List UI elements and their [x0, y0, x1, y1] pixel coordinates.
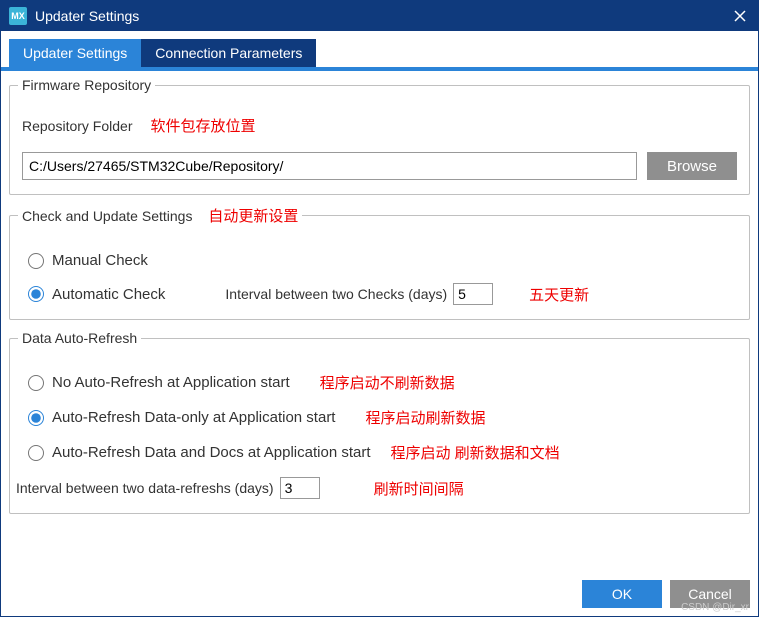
window: MX Updater Settings Updater Settings Con… [0, 0, 759, 617]
repo-label-row: Repository Folder 软件包存放位置 [22, 115, 737, 136]
close-icon [734, 10, 746, 22]
titlebar: MX Updater Settings [1, 1, 758, 31]
data-refresh-label: Auto-Refresh Data-only at Application st… [52, 409, 335, 426]
refresh-interval-input[interactable] [280, 477, 320, 499]
firmware-repository-group: Firmware Repository Repository Folder 软件… [9, 77, 750, 195]
docs-refresh-label: Auto-Refresh Data and Docs at Applicatio… [52, 444, 371, 461]
docs-refresh-radio[interactable] [28, 445, 44, 461]
footer: OK Cancel [1, 572, 758, 616]
no-refresh-row: No Auto-Refresh at Application start 程序启… [22, 372, 737, 393]
check-legend-text: Check and Update Settings [22, 208, 192, 224]
app-icon: MX [9, 7, 27, 25]
repo-folder-row: Browse [22, 152, 737, 180]
refresh-interval-annotation: 刷新时间间隔 [374, 478, 464, 499]
repo-folder-input[interactable] [22, 152, 637, 180]
automatic-check-label: Automatic Check [52, 286, 165, 303]
check-interval-input[interactable] [453, 283, 493, 305]
browse-button[interactable]: Browse [647, 152, 737, 180]
firmware-legend: Firmware Repository [18, 77, 155, 93]
no-refresh-annotation: 程序启动不刷新数据 [320, 372, 455, 393]
data-auto-refresh-group: Data Auto-Refresh No Auto-Refresh at App… [9, 330, 750, 514]
watermark: CSDN @Dir_xr [681, 602, 749, 613]
check-interval-label: Interval between two Checks (days) [225, 286, 447, 302]
refresh-interval-row: Interval between two data-refreshs (days… [22, 477, 737, 499]
close-button[interactable] [730, 6, 750, 26]
refresh-interval-label: Interval between two data-refreshs (days… [16, 480, 274, 496]
tab-connection-parameters[interactable]: Connection Parameters [141, 39, 316, 67]
window-title: Updater Settings [35, 8, 139, 24]
docs-refresh-annotation: 程序启动 刷新数据和文档 [391, 442, 560, 463]
tab-bar: Updater Settings Connection Parameters [1, 31, 758, 71]
check-interval-group: Interval between two Checks (days) 五天更新 [225, 283, 589, 305]
tab-updater-settings[interactable]: Updater Settings [9, 39, 141, 67]
manual-check-row: Manual Check [22, 252, 737, 269]
no-refresh-label: No Auto-Refresh at Application start [52, 374, 290, 391]
no-refresh-radio[interactable] [28, 375, 44, 391]
repo-folder-annotation: 软件包存放位置 [151, 115, 256, 136]
data-refresh-radio[interactable] [28, 410, 44, 426]
ok-button[interactable]: OK [582, 580, 662, 608]
refresh-legend: Data Auto-Refresh [18, 330, 141, 346]
data-refresh-annotation: 程序启动刷新数据 [365, 407, 485, 428]
automatic-check-row: Automatic Check Interval between two Che… [22, 283, 737, 305]
titlebar-left: MX Updater Settings [9, 7, 139, 25]
automatic-check-radio[interactable] [28, 286, 44, 302]
check-update-group: Check and Update Settings 自动更新设置 Manual … [9, 205, 750, 320]
docs-refresh-row: Auto-Refresh Data and Docs at Applicatio… [22, 442, 737, 463]
check-legend: Check and Update Settings 自动更新设置 [18, 205, 302, 226]
data-refresh-row: Auto-Refresh Data-only at Application st… [22, 407, 737, 428]
repo-folder-label: Repository Folder [22, 118, 133, 134]
manual-check-label: Manual Check [52, 252, 148, 269]
content-area: Firmware Repository Repository Folder 软件… [1, 75, 758, 572]
check-interval-annotation: 五天更新 [529, 284, 589, 305]
manual-check-radio[interactable] [28, 253, 44, 269]
check-legend-annotation: 自动更新设置 [208, 208, 298, 225]
